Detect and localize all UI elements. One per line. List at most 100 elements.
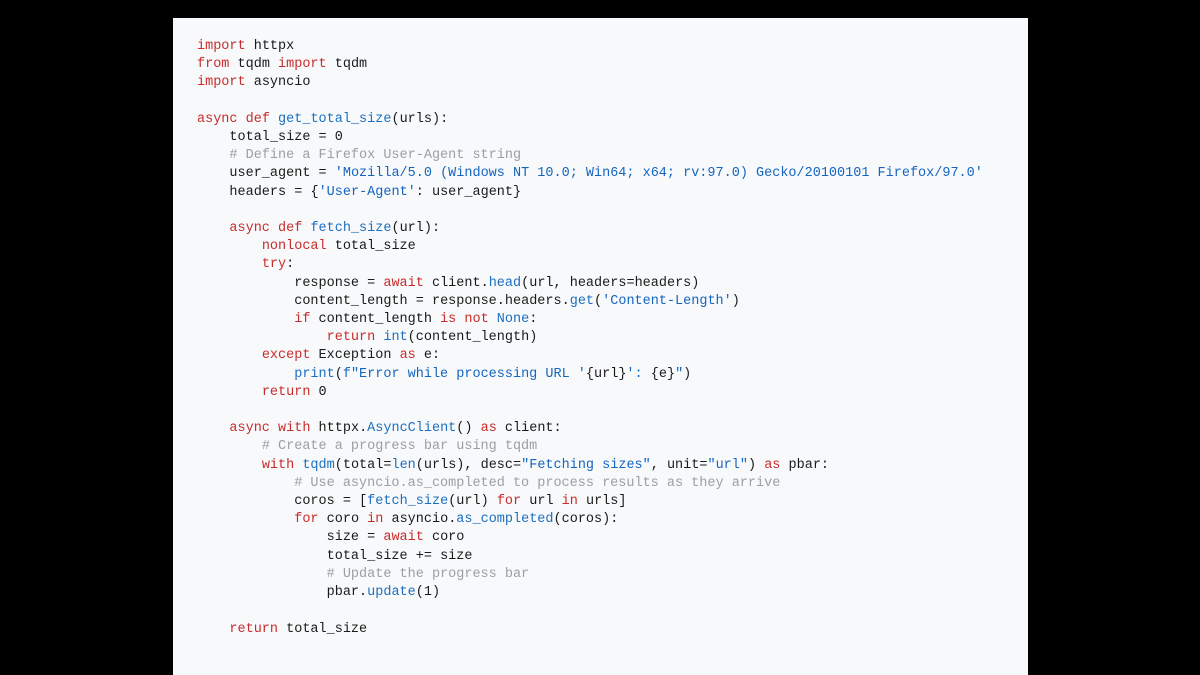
code-token-builtin: None: [497, 312, 529, 327]
code-token-call: AsyncClient: [367, 421, 456, 436]
code-token-call: get: [570, 294, 594, 309]
code-token-op: ): [748, 458, 756, 473]
code-token-num: 1: [424, 585, 432, 600]
code-token-str2: 'Mozilla/5.0 (Windows NT 10.0; Win64; x6…: [335, 166, 983, 181]
code-token-kw: as: [764, 458, 780, 473]
code-token-name: e: [424, 348, 432, 363]
code-token-op: =: [319, 130, 327, 145]
code-token-op: (: [391, 112, 399, 127]
code-token-name: client: [505, 421, 554, 436]
code-token-op: :: [554, 421, 562, 436]
code-token-name: size: [327, 530, 359, 545]
code-token-name: user_agent: [432, 185, 513, 200]
code-token-kw: as: [481, 421, 497, 436]
code-token-op: ): [481, 494, 489, 509]
code-block[interactable]: import httpx from tqdm import tqdm impor…: [197, 38, 1004, 639]
code-token-op: .: [481, 276, 489, 291]
code-token-op: .: [359, 421, 367, 436]
code-token-kw: in: [367, 512, 383, 527]
code-token-op: ]: [618, 494, 626, 509]
code-token-name: tqdm: [335, 57, 367, 72]
code-token-fn: get_total_size: [278, 112, 391, 127]
code-token-op: =: [513, 458, 521, 473]
code-token-name: asyncio: [391, 512, 448, 527]
code-token-name: httpx: [319, 421, 360, 436]
code-token-call: len: [391, 458, 415, 473]
code-token-name: asyncio: [254, 75, 311, 90]
code-token-op: =: [294, 185, 302, 200]
code-token-op: =: [319, 166, 327, 181]
code-token-name: client: [432, 276, 481, 291]
code-token-op: =: [367, 530, 375, 545]
code-token-op: (: [335, 458, 343, 473]
code-token-op: =: [416, 294, 424, 309]
code-token-name: size: [440, 549, 472, 564]
code-token-name: Exception: [319, 348, 392, 363]
code-token-call: print: [294, 367, 335, 382]
code-token-op: (: [416, 585, 424, 600]
code-token-str2: ':: [626, 367, 650, 382]
code-token-call: tqdm: [302, 458, 334, 473]
code-token-op: (: [391, 221, 399, 236]
code-token-kw: def: [278, 221, 302, 236]
code-token-builtin: int: [383, 330, 407, 345]
code-token-name: url: [594, 367, 618, 382]
code-token-name: total_size: [286, 622, 367, 637]
code-token-str2: 'Content-Length': [602, 294, 732, 309]
code-token-num: 0: [335, 130, 343, 145]
code-token-op: :: [432, 348, 440, 363]
code-token-op: {: [651, 367, 659, 382]
code-token-op: =: [626, 276, 634, 291]
code-token-op: ):: [424, 221, 440, 236]
code-token-str2: "url": [707, 458, 748, 473]
code-token-kw: in: [562, 494, 578, 509]
code-token-name: total_size: [327, 549, 408, 564]
code-token-name: total_size: [335, 239, 416, 254]
code-token-op: }: [667, 367, 675, 382]
code-token-name: pbar: [327, 585, 359, 600]
code-token-name: url: [400, 221, 424, 236]
code-token-kw: await: [383, 530, 424, 545]
code-token-name: total: [343, 458, 384, 473]
code-token-kw: with: [262, 458, 294, 473]
code-token-kw: import: [278, 57, 327, 72]
code-token-op: (): [456, 421, 472, 436]
code-token-op: .: [562, 294, 570, 309]
code-token-op: ): [691, 276, 699, 291]
code-token-kw: return: [262, 385, 311, 400]
code-token-op: (: [416, 458, 424, 473]
code-token-kw: import: [197, 39, 246, 54]
code-token-op: [: [359, 494, 367, 509]
code-token-name: url: [529, 494, 553, 509]
code-token-op: ):: [432, 112, 448, 127]
code-token-name: url: [456, 494, 480, 509]
code-token-kw: nonlocal: [262, 239, 327, 254]
code-token-op: :: [416, 185, 432, 200]
code-token-name: httpx: [254, 39, 295, 54]
code-token-op: ),: [456, 458, 480, 473]
code-token-op: +=: [416, 549, 432, 564]
code-token-kw: if: [294, 312, 310, 327]
code-token-name: coro: [327, 512, 359, 527]
code-token-kw: is: [440, 312, 456, 327]
code-token-comment: # Create a progress bar using tqdm: [262, 439, 537, 454]
code-token-op: }: [513, 185, 521, 200]
code-token-kw: def: [246, 112, 270, 127]
code-token-name: url: [529, 276, 553, 291]
code-token-op: ): [683, 367, 691, 382]
code-token-call: update: [367, 585, 416, 600]
code-token-kw: try: [262, 257, 286, 272]
code-token-name: total_size: [229, 130, 310, 145]
code-token-op: .: [497, 294, 505, 309]
code-token-str2: 'User-Agent': [319, 185, 416, 200]
code-token-name: headers: [570, 276, 627, 291]
code-token-kw: async: [229, 221, 270, 236]
code-token-name: coros: [294, 494, 335, 509]
code-token-op: (: [521, 276, 529, 291]
code-token-name: headers: [229, 185, 286, 200]
code-token-op: =: [367, 276, 375, 291]
code-token-name: urls: [586, 494, 618, 509]
code-token-op: (: [594, 294, 602, 309]
code-token-name: pbar: [789, 458, 821, 473]
code-token-name: coro: [432, 530, 464, 545]
